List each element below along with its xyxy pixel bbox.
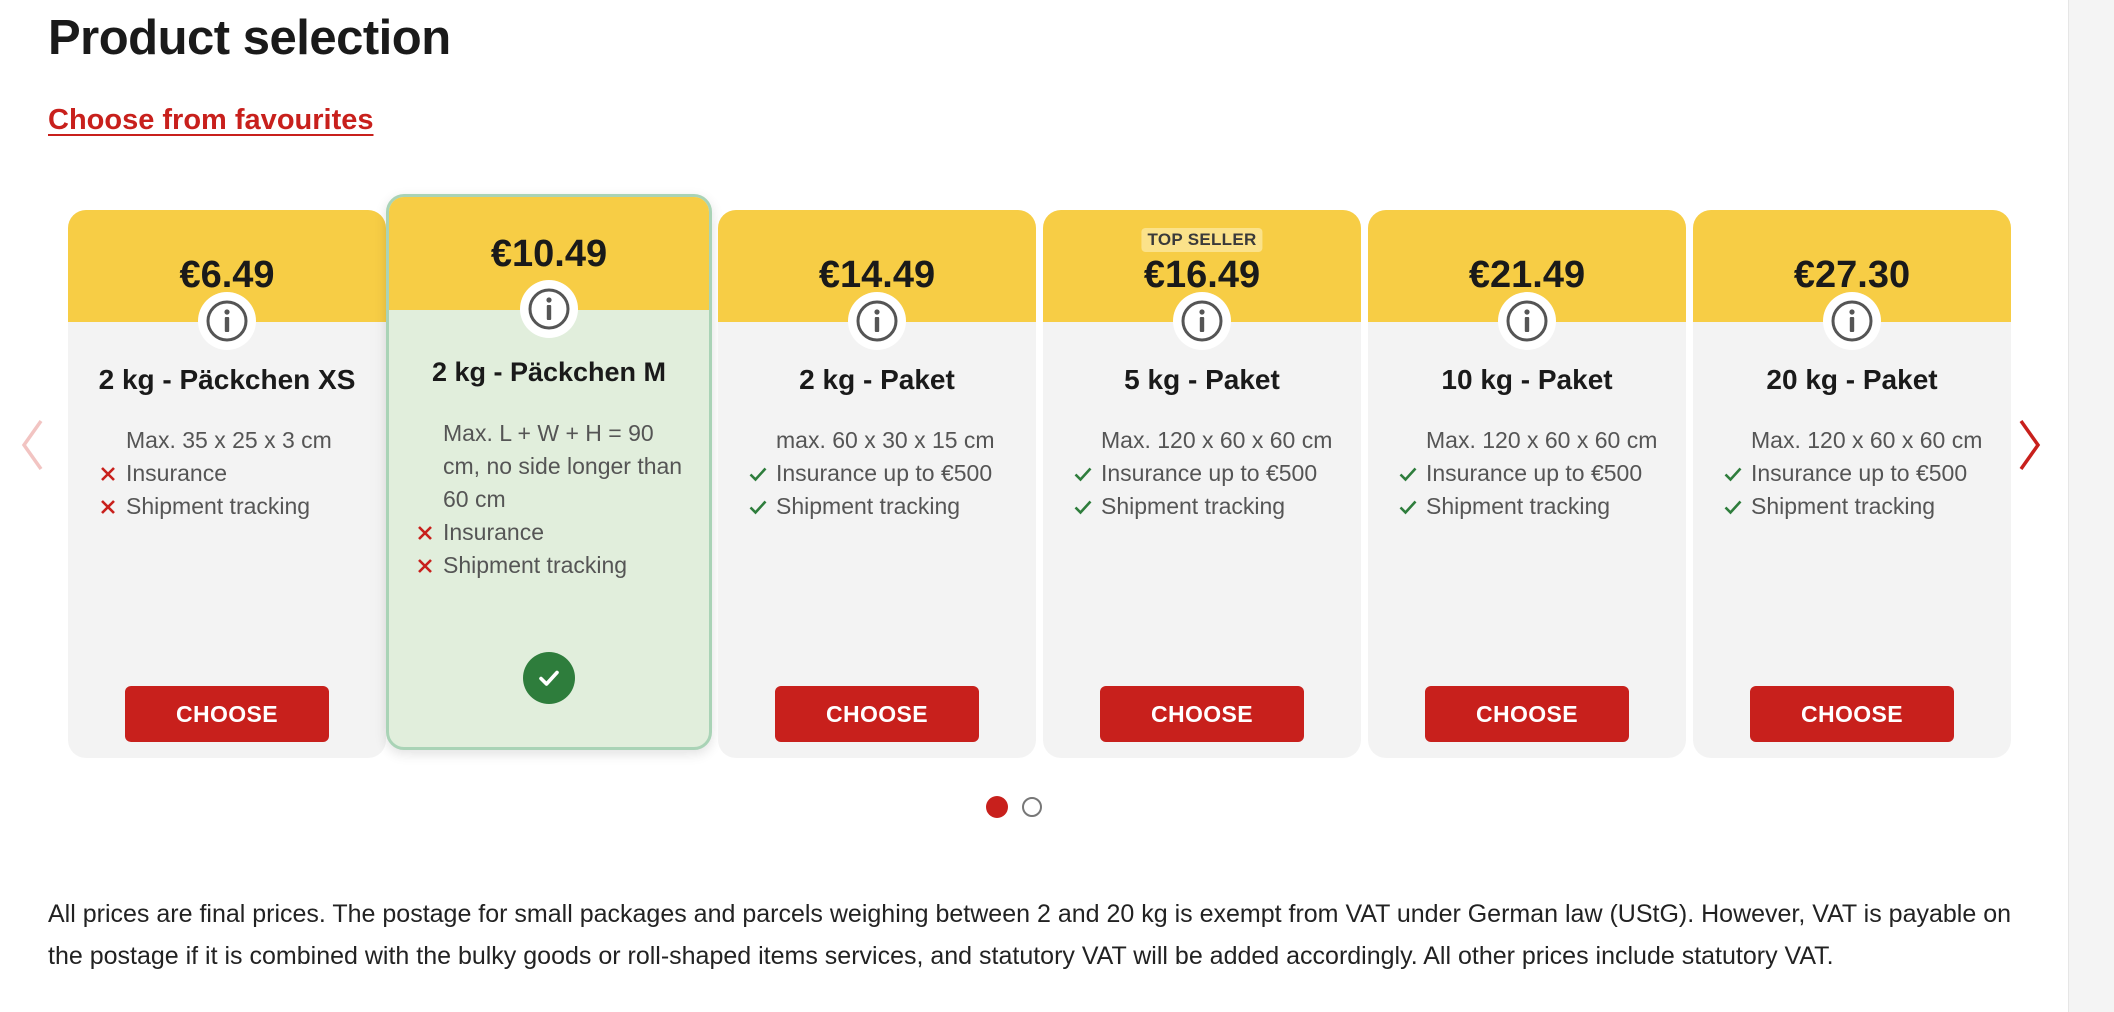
product-features: Max. 120 x 60 x 60 cm Insurance up to €5… xyxy=(1073,424,1345,523)
product-name: 2 kg - Paket xyxy=(799,364,955,395)
feature-text: Shipment tracking xyxy=(1751,493,1936,519)
feature-text: Shipment tracking xyxy=(776,493,961,519)
info-icon[interactable] xyxy=(848,292,906,350)
feature-text: Insurance up to €500 xyxy=(1751,460,1968,486)
feature-row: Shipment tracking xyxy=(415,549,689,582)
feature-text: Shipment tracking xyxy=(443,552,628,578)
product-dimensions: Max. 120 x 60 x 60 cm xyxy=(1751,427,1983,453)
product-card-10kg-paket[interactable]: €21.49 10 kg - Paket Max. 120 x 60 x 60 … xyxy=(1368,210,1686,758)
check-icon xyxy=(1398,464,1426,484)
carousel-pagination xyxy=(986,796,1042,818)
feature-row: Insurance up to €500 xyxy=(1723,457,1995,490)
page-title: Product selection xyxy=(48,11,451,65)
feature-row: Insurance up to €500 xyxy=(748,457,1020,490)
cross-icon xyxy=(98,497,126,517)
feature-row: Shipment tracking xyxy=(1723,490,1995,523)
cross-icon xyxy=(415,523,443,543)
product-card-packchen-m-selected[interactable]: €10.49 2 kg - Päckchen M Max. L + W + H … xyxy=(386,194,712,750)
top-seller-badge: TOP SELLER xyxy=(1141,228,1263,252)
product-price: €14.49 xyxy=(818,254,936,296)
product-features: Max. 120 x 60 x 60 cm Insurance up to €5… xyxy=(1398,424,1670,523)
product-carousel: €6.49 2 kg - Päckchen XS Max. 35 x 25 x … xyxy=(68,194,2014,760)
product-price: €21.49 xyxy=(1468,254,1586,296)
product-price: €6.49 xyxy=(179,254,275,296)
choose-button[interactable]: CHOOSE xyxy=(775,686,979,742)
selected-check-icon xyxy=(523,652,575,704)
vat-footnote: All prices are final prices. The postage… xyxy=(48,900,2012,970)
choose-button[interactable]: CHOOSE xyxy=(125,686,329,742)
feature-row: Shipment tracking xyxy=(1073,490,1345,523)
check-icon xyxy=(1398,497,1426,517)
product-name: 5 kg - Paket xyxy=(1124,364,1280,395)
info-icon[interactable] xyxy=(1823,292,1881,350)
product-dimensions: Max. 120 x 60 x 60 cm xyxy=(1426,427,1658,453)
product-features: Max. 120 x 60 x 60 cm Insurance up to €5… xyxy=(1723,424,1995,523)
cross-icon xyxy=(98,464,126,484)
pagination-dot-2[interactable] xyxy=(1022,797,1042,817)
feature-text: Insurance up to €500 xyxy=(776,460,993,486)
feature-row: Insurance xyxy=(98,457,370,490)
feature-row: Insurance xyxy=(415,516,689,549)
carousel-next-button[interactable] xyxy=(2010,410,2050,480)
product-card-20kg-paket[interactable]: €27.30 20 kg - Paket Max. 120 x 60 x 60 … xyxy=(1693,210,2011,758)
choose-button[interactable]: CHOOSE xyxy=(1100,686,1304,742)
product-card-2kg-paket[interactable]: €14.49 2 kg - Paket max. 60 x 30 x 15 cm… xyxy=(718,210,1036,758)
info-icon[interactable] xyxy=(1173,292,1231,350)
product-name: 20 kg - Paket xyxy=(1766,364,1938,395)
feature-text: Insurance xyxy=(126,460,228,486)
feature-text: Insurance xyxy=(443,519,545,545)
product-price: €10.49 xyxy=(490,233,608,275)
check-icon xyxy=(1723,464,1751,484)
product-dimensions: Max. L + W + H = 90 cm, no side longer t… xyxy=(443,420,683,512)
product-price: €16.49 xyxy=(1143,254,1261,296)
feature-row: Shipment tracking xyxy=(1398,490,1670,523)
check-icon xyxy=(1073,497,1101,517)
check-icon xyxy=(1723,497,1751,517)
feature-text: Insurance up to €500 xyxy=(1101,460,1318,486)
carousel-prev-button[interactable] xyxy=(12,410,52,480)
feature-text: Insurance up to €500 xyxy=(1426,460,1643,486)
info-icon[interactable] xyxy=(520,280,578,338)
product-name: 2 kg - Päckchen M xyxy=(431,357,667,387)
info-icon[interactable] xyxy=(1498,292,1556,350)
feature-row: Insurance up to €500 xyxy=(1398,457,1670,490)
cross-icon xyxy=(415,556,443,576)
feature-row: Shipment tracking xyxy=(748,490,1020,523)
page-scroll-gutter xyxy=(2068,0,2114,1012)
product-dimensions: Max. 120 x 60 x 60 cm xyxy=(1101,427,1333,453)
choose-button[interactable]: CHOOSE xyxy=(1750,686,1954,742)
product-dimensions: max. 60 x 30 x 15 cm xyxy=(776,427,995,453)
product-name: 10 kg - Paket xyxy=(1441,364,1613,395)
feature-row: Insurance up to €500 xyxy=(1073,457,1345,490)
product-features: Max. 35 x 25 x 3 cm Insurance Shipment t… xyxy=(98,424,370,523)
product-dimensions: Max. 35 x 25 x 3 cm xyxy=(126,427,332,453)
product-card-5kg-paket[interactable]: TOP SELLER €16.49 5 kg - Paket Max. 120 … xyxy=(1043,210,1361,758)
choose-button[interactable]: CHOOSE xyxy=(1425,686,1629,742)
choose-from-favourites-link[interactable]: Choose from favourites xyxy=(48,104,374,137)
feature-row: Shipment tracking xyxy=(98,490,370,523)
product-features: Max. L + W + H = 90 cm, no side longer t… xyxy=(415,417,689,582)
chevron-left-icon xyxy=(21,419,43,471)
product-features: max. 60 x 30 x 15 cm Insurance up to €50… xyxy=(748,424,1020,523)
check-icon xyxy=(1073,464,1101,484)
feature-text: Shipment tracking xyxy=(1101,493,1286,519)
check-icon xyxy=(748,497,776,517)
pagination-dot-1[interactable] xyxy=(986,796,1008,818)
product-name: 2 kg - Päckchen XS xyxy=(98,364,356,395)
product-price: €27.30 xyxy=(1793,254,1911,296)
chevron-right-icon xyxy=(2019,419,2041,471)
info-icon[interactable] xyxy=(198,292,256,350)
check-icon xyxy=(748,464,776,484)
feature-text: Shipment tracking xyxy=(1426,493,1611,519)
product-card-packchen-xs[interactable]: €6.49 2 kg - Päckchen XS Max. 35 x 25 x … xyxy=(68,210,386,758)
feature-text: Shipment tracking xyxy=(126,493,311,519)
